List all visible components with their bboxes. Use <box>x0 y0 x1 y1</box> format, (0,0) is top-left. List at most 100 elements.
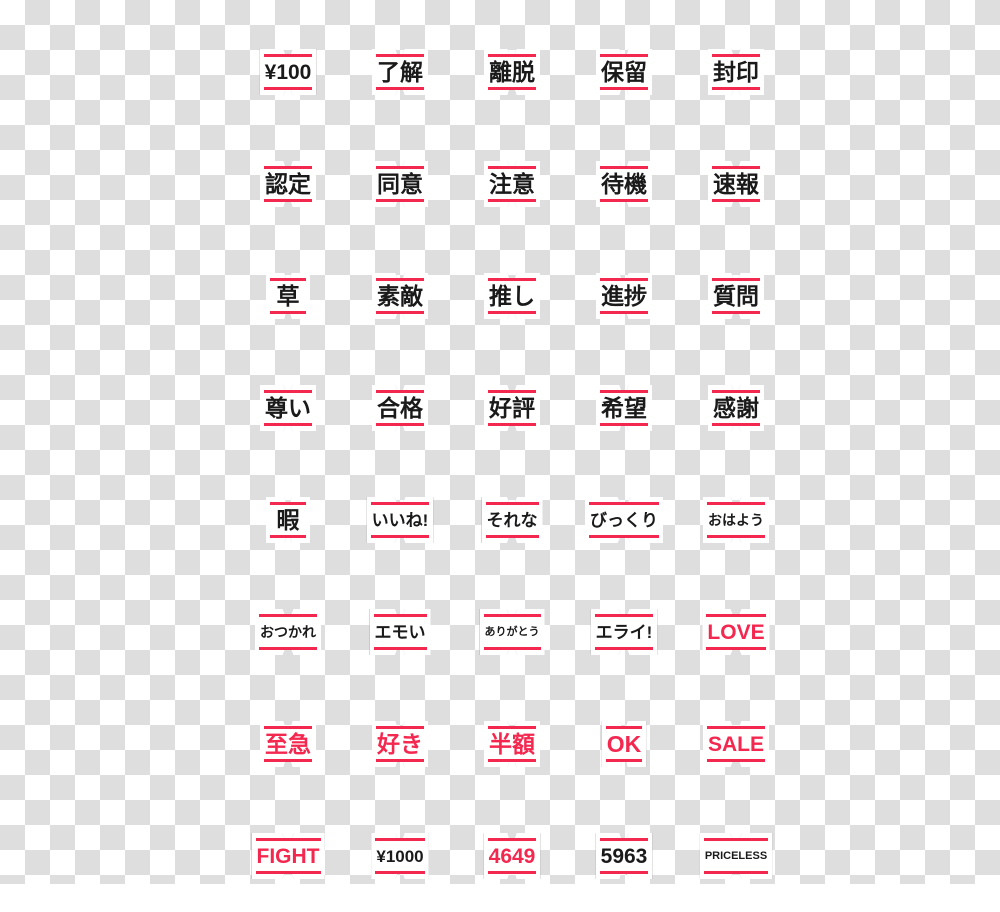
sticker-label: エモい <box>374 622 426 642</box>
sticker-rule-bottom <box>488 311 536 314</box>
sticker-label: 好評 <box>489 394 535 421</box>
price-tag-sticker[interactable]: 合格 <box>372 385 428 431</box>
sticker-cell: 保留 <box>568 16 680 128</box>
sticker-rule-bottom <box>485 535 539 538</box>
price-tag-sticker[interactable]: 至急 <box>260 721 316 767</box>
sticker-cell: 了解 <box>344 16 456 128</box>
price-tag-sticker[interactable]: 草 <box>266 273 310 319</box>
price-tag-sticker[interactable]: それな <box>481 497 543 543</box>
sticker-label: びっくり <box>590 510 658 530</box>
sticker-rule-top <box>376 726 424 729</box>
sticker-rule-top <box>594 614 654 617</box>
price-tag-sticker[interactable]: 待機 <box>596 161 652 207</box>
sticker-rule-top <box>488 166 536 169</box>
price-tag-sticker[interactable]: 封印 <box>708 49 764 95</box>
sticker-cell: エモい <box>344 576 456 688</box>
sticker-rule-top <box>270 502 306 505</box>
price-tag-sticker[interactable]: 5963 <box>595 833 653 879</box>
price-tag-sticker[interactable]: ¥100 <box>259 49 317 95</box>
price-tag-sticker[interactable]: SALE <box>702 721 769 767</box>
price-tag-sticker[interactable]: 半額 <box>484 721 540 767</box>
price-tag-sticker[interactable]: ありがとう <box>479 609 545 655</box>
sticker-label: 封印 <box>713 58 759 85</box>
price-tag-sticker[interactable]: ¥1000 <box>371 833 429 879</box>
price-tag-sticker[interactable]: PRICELESS <box>699 833 773 879</box>
sticker-label: 注意 <box>489 170 535 197</box>
price-tag-sticker[interactable]: 認定 <box>260 161 316 207</box>
sticker-label: 認定 <box>265 170 311 197</box>
sticker-label: おはよう <box>708 512 764 528</box>
price-tag-sticker[interactable]: 離脱 <box>484 49 540 95</box>
price-tag-sticker[interactable]: 好き <box>372 721 428 767</box>
sticker-label: 了解 <box>377 58 423 85</box>
price-tag-sticker[interactable]: 保留 <box>596 49 652 95</box>
sticker-label: OK <box>606 730 642 757</box>
sticker-cell: 質問 <box>680 240 792 352</box>
sticker-rule-top <box>264 390 312 393</box>
price-tag-sticker[interactable]: 進捗 <box>596 273 652 319</box>
price-tag-sticker[interactable]: 質問 <box>708 273 764 319</box>
sticker-rule-bottom <box>259 647 317 650</box>
sticker-rule-bottom <box>599 871 649 874</box>
price-tag-sticker[interactable]: おつかれ <box>255 609 321 655</box>
sticker-cell: 好評 <box>456 352 568 464</box>
price-tag-sticker[interactable]: おはよう <box>703 497 769 543</box>
sticker-label: ありがとう <box>484 625 540 638</box>
sticker-rule-bottom <box>594 647 654 650</box>
sticker-rule-bottom <box>600 423 648 426</box>
price-tag-sticker[interactable]: 了解 <box>372 49 428 95</box>
sticker-label: いいね! <box>371 510 429 530</box>
sticker-label: 至急 <box>265 730 311 757</box>
sticker-rule-top <box>264 726 312 729</box>
price-tag-sticker[interactable]: OK <box>601 721 647 767</box>
price-tag-sticker[interactable]: 好評 <box>484 385 540 431</box>
sticker-rule-top <box>703 838 769 841</box>
sticker-rule-bottom <box>264 423 312 426</box>
price-tag-sticker[interactable]: 希望 <box>596 385 652 431</box>
price-tag-sticker[interactable]: びっくり <box>585 497 663 543</box>
price-tag-sticker[interactable]: 4649 <box>483 833 541 879</box>
sticker-cell: 好き <box>344 688 456 800</box>
price-tag-sticker[interactable]: 注意 <box>484 161 540 207</box>
sticker-rule-top <box>706 726 765 729</box>
price-tag-sticker[interactable]: 同意 <box>372 161 428 207</box>
price-tag-sticker[interactable]: いいね! <box>366 497 434 543</box>
sticker-rule-bottom <box>600 311 648 314</box>
sticker-cell: 封印 <box>680 16 792 128</box>
sticker-rule-top <box>712 278 760 281</box>
sticker-label: 推し <box>489 282 535 309</box>
price-tag-sticker[interactable]: 感謝 <box>708 385 764 431</box>
price-tag-sticker[interactable]: エライ! <box>590 609 658 655</box>
price-tag-sticker[interactable]: FIGHT <box>251 833 325 879</box>
sticker-label: ¥100 <box>264 60 312 84</box>
sticker-label: 半額 <box>489 730 535 757</box>
sticker-cell: ありがとう <box>456 576 568 688</box>
price-tag-sticker[interactable]: 尊い <box>260 385 316 431</box>
sticker-label: おつかれ <box>260 624 316 640</box>
sticker-rule-bottom <box>712 311 760 314</box>
sticker-cell: 同意 <box>344 128 456 240</box>
sticker-grid: ¥100 了解 離脱 保留 封印認定 同意 注意 待機 速報草 素敵 推し 進捗 質問尊い 合格 好評 希望 感… <box>232 16 788 912</box>
price-tag-sticker[interactable]: LOVE <box>702 609 770 655</box>
sticker-rule-bottom <box>600 199 648 202</box>
sticker-rule-bottom <box>589 535 659 538</box>
price-tag-sticker[interactable]: 速報 <box>708 161 764 207</box>
sticker-rule-bottom <box>488 759 536 762</box>
sticker-rule-top <box>600 54 648 57</box>
price-tag-sticker[interactable]: エモい <box>369 609 431 655</box>
sticker-rule-bottom <box>264 759 312 762</box>
sticker-label: 尊い <box>265 394 311 421</box>
sticker-rule-bottom <box>263 87 313 90</box>
sticker-cell: 速報 <box>680 128 792 240</box>
sticker-cell: 注意 <box>456 128 568 240</box>
sticker-rule-top <box>589 502 659 505</box>
price-tag-sticker[interactable]: 素敵 <box>372 273 428 319</box>
sticker-cell: 待機 <box>568 128 680 240</box>
sticker-cell: SALE <box>680 688 792 800</box>
sticker-rule-bottom <box>706 759 765 762</box>
sticker-rule-top <box>259 614 317 617</box>
price-tag-sticker[interactable]: 暇 <box>266 497 310 543</box>
sticker-rule-top <box>485 502 539 505</box>
price-tag-sticker[interactable]: 推し <box>484 273 540 319</box>
sticker-rule-top <box>373 614 427 617</box>
